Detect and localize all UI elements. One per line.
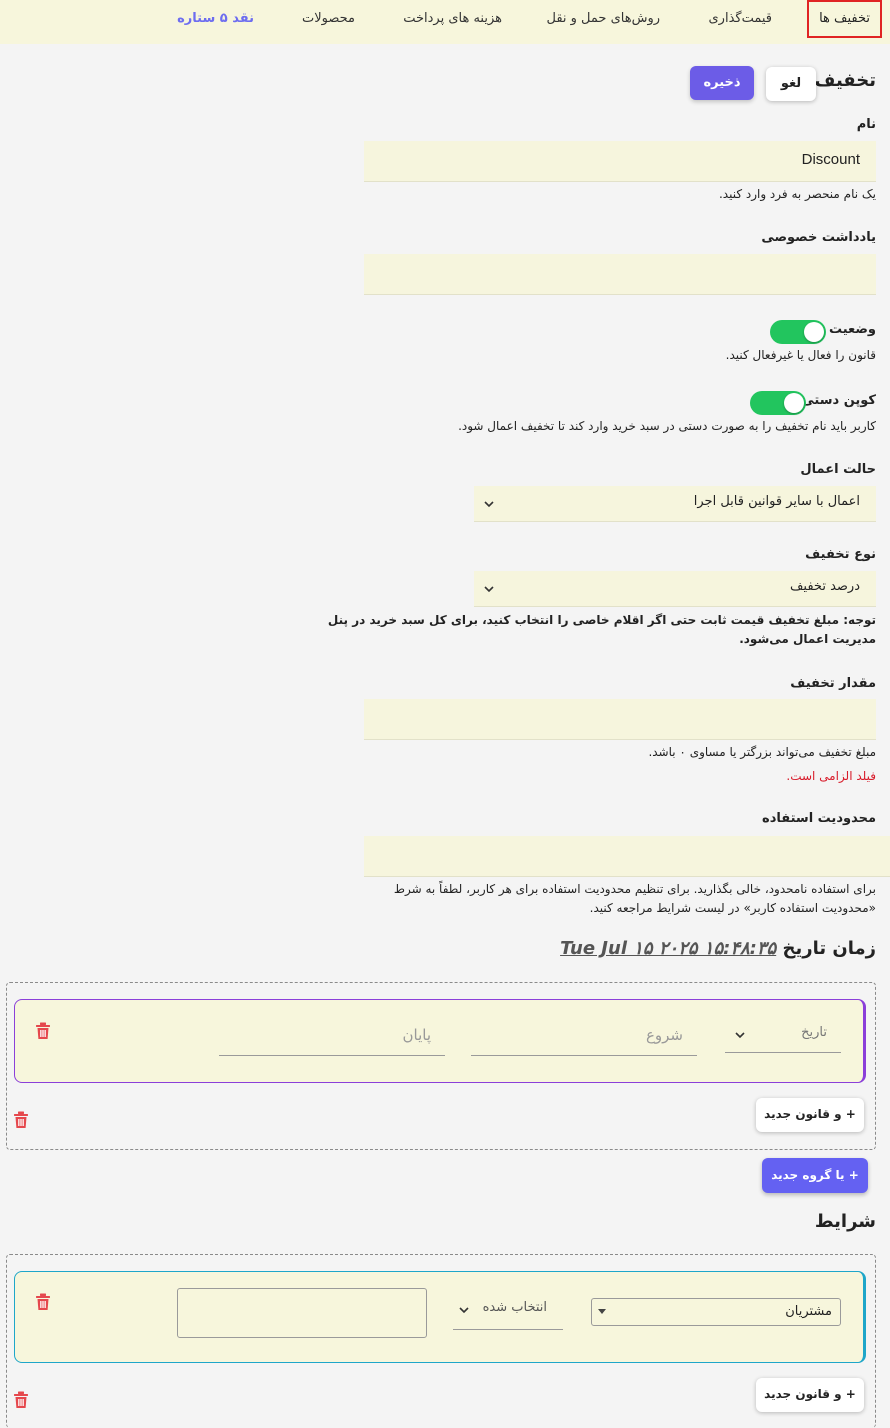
manual-coupon-toggle[interactable] bbox=[750, 391, 806, 415]
toggle-knob bbox=[784, 393, 804, 413]
discount-amount-error: فیلد الزامی است. bbox=[786, 769, 876, 783]
datetime-label: زمان تاریخ bbox=[782, 938, 876, 959]
datetime-rule-type-value: تاریخ bbox=[801, 1025, 827, 1040]
private-note-input[interactable] bbox=[364, 254, 876, 295]
discount-amount-input[interactable] bbox=[364, 699, 876, 740]
conditions-operator-value: انتخاب شده bbox=[482, 1300, 547, 1315]
datetime-rule-type-select[interactable]: تاریخ bbox=[725, 1016, 841, 1053]
conditions-add-rule-button[interactable]: + و قانون جدید bbox=[756, 1378, 864, 1412]
datetime-rule-start-input[interactable]: شروع bbox=[471, 1016, 697, 1056]
name-label: نام bbox=[856, 117, 876, 132]
top-nav: تخفیف ها قیمت‌گذاری روش‌های حمل و نقل هز… bbox=[0, 0, 890, 44]
discount-type-select[interactable]: درصد تخفیف bbox=[474, 571, 876, 607]
usage-limit-help-2: «محدودیت استفاده کاربر» در لیست شرایط مر… bbox=[589, 901, 876, 915]
status-label: وضعیت bbox=[828, 322, 876, 337]
tab-payment-fees[interactable]: هزینه های پرداخت bbox=[403, 0, 502, 38]
toggle-knob bbox=[804, 322, 824, 342]
tab-pricing[interactable]: قیمت‌گذاری bbox=[709, 0, 773, 38]
tab-five-star-review[interactable]: نقد ۵ ستاره bbox=[177, 0, 254, 38]
datetime-title: زمان تاریخ Tue Jul ۱۵ ۲۰۲۵ ۱۵:۴۸:۳۵ bbox=[560, 938, 876, 959]
conditions-value-input[interactable] bbox=[177, 1288, 427, 1338]
datetime-value: Tue Jul ۱۵ ۲۰۲۵ ۱۵:۴۸:۳۵ bbox=[560, 938, 777, 959]
name-help: یک نام منحصر به فرد وارد کنید. bbox=[718, 187, 876, 201]
status-help: قانون را فعال یا غیرفعال کنید. bbox=[725, 348, 876, 362]
page-title: تخفیف bbox=[814, 70, 876, 91]
datetime-rule-end-input[interactable]: پایان bbox=[219, 1016, 445, 1056]
conditions-field-value: مشتریان bbox=[785, 1304, 832, 1319]
chevron-down-icon bbox=[484, 501, 494, 508]
discount-type-note-2: مدیریت اعمال می‌شود. bbox=[739, 632, 876, 646]
apply-mode-value: اعمال با سایر قوانین قابل اجرا bbox=[693, 494, 860, 509]
save-button[interactable]: ذخیره bbox=[690, 66, 754, 100]
apply-mode-label: حالت اعمال bbox=[800, 462, 876, 477]
discount-type-value: درصد تخفیف bbox=[789, 579, 860, 594]
tab-discounts[interactable]: تخفیف ها bbox=[807, 0, 882, 38]
conditions-title: شرایط bbox=[814, 1211, 876, 1232]
trash-icon[interactable] bbox=[13, 1391, 29, 1409]
tab-products[interactable]: محصولات bbox=[302, 0, 355, 38]
datetime-rule-end-placeholder: پایان bbox=[402, 1026, 431, 1044]
status-toggle[interactable] bbox=[770, 320, 826, 344]
usage-limit-help-1: برای استفاده نامحدود، خالی بگذارید. برای… bbox=[393, 882, 876, 896]
caret-down-icon bbox=[598, 1309, 606, 1314]
name-input[interactable]: Discount bbox=[364, 141, 876, 182]
conditions-field-select[interactable]: مشتریان bbox=[591, 1298, 841, 1326]
apply-mode-select[interactable]: اعمال با سایر قوانین قابل اجرا bbox=[474, 486, 876, 522]
name-input-value: Discount bbox=[801, 151, 860, 168]
chevron-down-icon bbox=[484, 586, 494, 593]
trash-icon[interactable] bbox=[35, 1022, 51, 1040]
trash-icon[interactable] bbox=[13, 1111, 29, 1129]
conditions-rule-card: مشتریان انتخاب شده bbox=[14, 1271, 866, 1363]
datetime-rule-card: تاریخ شروع پایان bbox=[14, 999, 866, 1083]
private-note-label: یادداشت خصوصی bbox=[761, 230, 876, 245]
datetime-add-rule-button[interactable]: + و قانون جدید bbox=[756, 1098, 864, 1132]
discount-amount-label: مقدار تخفیف bbox=[790, 676, 876, 691]
discount-type-label: نوع تخفیف bbox=[805, 547, 876, 562]
usage-limit-label: محدودیت استفاده bbox=[762, 811, 876, 826]
datetime-rule-start-placeholder: شروع bbox=[645, 1026, 683, 1044]
datetime-add-group-button[interactable]: + یا گروه جدید bbox=[762, 1158, 868, 1193]
manual-coupon-help: کاربر باید نام تخفیف را به صورت دستی در … bbox=[458, 419, 876, 433]
chevron-down-icon bbox=[735, 1032, 745, 1039]
tab-shipping-methods[interactable]: روش‌های حمل و نقل bbox=[546, 0, 660, 38]
trash-icon[interactable] bbox=[35, 1293, 51, 1311]
conditions-operator-select[interactable]: انتخاب شده bbox=[453, 1290, 563, 1330]
chevron-down-icon bbox=[459, 1307, 469, 1314]
discount-type-note-1: توجه: مبلغ تخفیف قیمت ثابت حتی اگر اقلام… bbox=[327, 613, 876, 627]
manual-coupon-label: کوپن دستی bbox=[801, 393, 876, 408]
cancel-button[interactable]: لغو bbox=[766, 67, 816, 101]
discount-amount-help: مبلغ تخفیف می‌تواند بزرگتر یا مساوی ۰ با… bbox=[648, 745, 876, 759]
usage-limit-input[interactable] bbox=[364, 836, 890, 877]
